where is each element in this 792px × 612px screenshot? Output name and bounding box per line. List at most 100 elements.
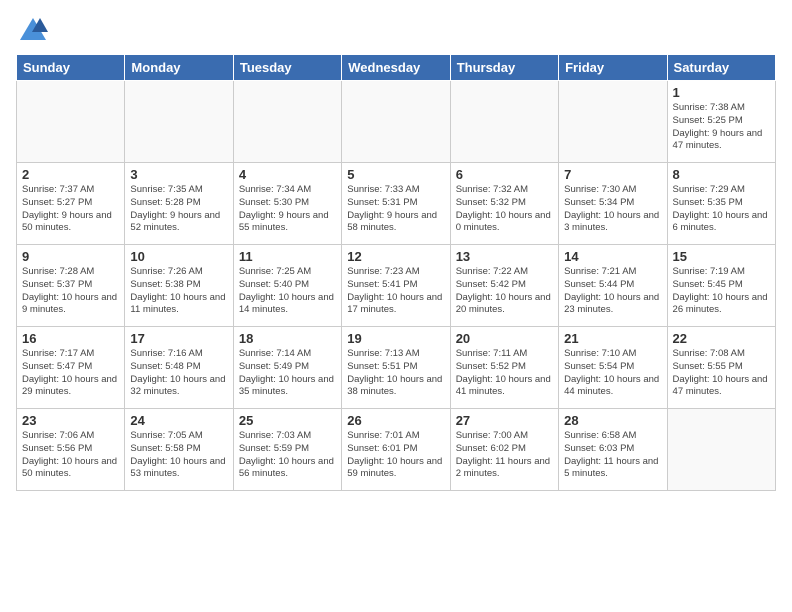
calendar-cell: 14 Sunrise: 7:21 AMSunset: 5:44 PMDayligh… bbox=[559, 245, 667, 327]
week-row-4: 23 Sunrise: 7:06 AMSunset: 5:56 PMDayligh… bbox=[17, 409, 776, 491]
calendar-cell: 18 Sunrise: 7:14 AMSunset: 5:49 PMDayligh… bbox=[233, 327, 341, 409]
calendar-cell: 26 Sunrise: 7:01 AMSunset: 6:01 PMDayligh… bbox=[342, 409, 450, 491]
calendar-cell: 9 Sunrise: 7:28 AMSunset: 5:37 PMDaylight… bbox=[17, 245, 125, 327]
calendar-cell bbox=[667, 409, 775, 491]
col-header-tuesday: Tuesday bbox=[233, 55, 341, 81]
day-info: Sunrise: 7:21 AMSunset: 5:44 PMDaylight:… bbox=[564, 266, 661, 317]
day-info: Sunrise: 7:13 AMSunset: 5:51 PMDaylight:… bbox=[347, 348, 444, 399]
week-row-0: 1 Sunrise: 7:38 AMSunset: 5:25 PMDaylight… bbox=[17, 81, 776, 163]
day-number: 11 bbox=[239, 249, 336, 264]
day-info: Sunrise: 7:19 AMSunset: 5:45 PMDaylight:… bbox=[673, 266, 770, 317]
logo-icon bbox=[18, 16, 48, 46]
col-header-saturday: Saturday bbox=[667, 55, 775, 81]
day-number: 2 bbox=[22, 167, 119, 182]
day-info: Sunrise: 7:30 AMSunset: 5:34 PMDaylight:… bbox=[564, 184, 661, 235]
calendar-cell: 10 Sunrise: 7:26 AMSunset: 5:38 PMDayligh… bbox=[125, 245, 233, 327]
day-number: 10 bbox=[130, 249, 227, 264]
calendar-cell: 16 Sunrise: 7:17 AMSunset: 5:47 PMDayligh… bbox=[17, 327, 125, 409]
day-info: Sunrise: 7:35 AMSunset: 5:28 PMDaylight:… bbox=[130, 184, 227, 235]
day-number: 9 bbox=[22, 249, 119, 264]
day-number: 20 bbox=[456, 331, 553, 346]
day-info: Sunrise: 7:25 AMSunset: 5:40 PMDaylight:… bbox=[239, 266, 336, 317]
day-number: 14 bbox=[564, 249, 661, 264]
day-info: Sunrise: 7:33 AMSunset: 5:31 PMDaylight:… bbox=[347, 184, 444, 235]
calendar-cell: 28 Sunrise: 6:58 AMSunset: 6:03 PMDayligh… bbox=[559, 409, 667, 491]
day-number: 28 bbox=[564, 413, 661, 428]
day-number: 12 bbox=[347, 249, 444, 264]
day-info: Sunrise: 7:00 AMSunset: 6:02 PMDaylight:… bbox=[456, 430, 553, 481]
day-number: 5 bbox=[347, 167, 444, 182]
day-number: 18 bbox=[239, 331, 336, 346]
day-info: Sunrise: 7:03 AMSunset: 5:59 PMDaylight:… bbox=[239, 430, 336, 481]
day-number: 6 bbox=[456, 167, 553, 182]
col-header-sunday: Sunday bbox=[17, 55, 125, 81]
calendar-cell: 19 Sunrise: 7:13 AMSunset: 5:51 PMDayligh… bbox=[342, 327, 450, 409]
calendar-cell bbox=[125, 81, 233, 163]
day-info: Sunrise: 7:01 AMSunset: 6:01 PMDaylight:… bbox=[347, 430, 444, 481]
calendar-cell: 27 Sunrise: 7:00 AMSunset: 6:02 PMDayligh… bbox=[450, 409, 558, 491]
day-info: Sunrise: 7:11 AMSunset: 5:52 PMDaylight:… bbox=[456, 348, 553, 399]
day-info: Sunrise: 6:58 AMSunset: 6:03 PMDaylight:… bbox=[564, 430, 661, 481]
day-info: Sunrise: 7:16 AMSunset: 5:48 PMDaylight:… bbox=[130, 348, 227, 399]
week-row-2: 9 Sunrise: 7:28 AMSunset: 5:37 PMDaylight… bbox=[17, 245, 776, 327]
day-number: 21 bbox=[564, 331, 661, 346]
calendar-cell: 12 Sunrise: 7:23 AMSunset: 5:41 PMDayligh… bbox=[342, 245, 450, 327]
calendar-cell: 8Sunrise: 7:29 AMSunset: 5:35 PMDaylight… bbox=[667, 163, 775, 245]
day-number: 1 bbox=[673, 85, 770, 100]
day-number: 19 bbox=[347, 331, 444, 346]
day-number: 22 bbox=[673, 331, 770, 346]
calendar-cell bbox=[17, 81, 125, 163]
calendar-cell: 3Sunrise: 7:35 AMSunset: 5:28 PMDaylight… bbox=[125, 163, 233, 245]
calendar-cell: 25 Sunrise: 7:03 AMSunset: 5:59 PMDayligh… bbox=[233, 409, 341, 491]
week-row-3: 16 Sunrise: 7:17 AMSunset: 5:47 PMDayligh… bbox=[17, 327, 776, 409]
header bbox=[16, 16, 776, 46]
day-info: Sunrise: 7:26 AMSunset: 5:38 PMDaylight:… bbox=[130, 266, 227, 317]
day-info: Sunrise: 7:37 AMSunset: 5:27 PMDaylight:… bbox=[22, 184, 119, 235]
calendar-cell: 4 Sunrise: 7:34 AMSunset: 5:30 PMDaylight… bbox=[233, 163, 341, 245]
day-info: Sunrise: 7:06 AMSunset: 5:56 PMDaylight:… bbox=[22, 430, 119, 481]
calendar-cell bbox=[342, 81, 450, 163]
calendar-cell bbox=[233, 81, 341, 163]
day-info: Sunrise: 7:38 AMSunset: 5:25 PMDaylight:… bbox=[673, 102, 770, 153]
day-number: 27 bbox=[456, 413, 553, 428]
calendar-cell: 23 Sunrise: 7:06 AMSunset: 5:56 PMDayligh… bbox=[17, 409, 125, 491]
day-number: 23 bbox=[22, 413, 119, 428]
calendar-cell: 17 Sunrise: 7:16 AMSunset: 5:48 PMDayligh… bbox=[125, 327, 233, 409]
calendar-cell: 1 Sunrise: 7:38 AMSunset: 5:25 PMDaylight… bbox=[667, 81, 775, 163]
day-number: 24 bbox=[130, 413, 227, 428]
day-info: Sunrise: 7:23 AMSunset: 5:41 PMDaylight:… bbox=[347, 266, 444, 317]
day-info: Sunrise: 7:22 AMSunset: 5:42 PMDaylight:… bbox=[456, 266, 553, 317]
calendar-cell bbox=[450, 81, 558, 163]
day-info: Sunrise: 7:14 AMSunset: 5:49 PMDaylight:… bbox=[239, 348, 336, 399]
calendar-cell: 6 Sunrise: 7:32 AMSunset: 5:32 PMDaylight… bbox=[450, 163, 558, 245]
calendar-cell: 5 Sunrise: 7:33 AMSunset: 5:31 PMDaylight… bbox=[342, 163, 450, 245]
day-info: Sunrise: 7:17 AMSunset: 5:47 PMDaylight:… bbox=[22, 348, 119, 399]
col-header-monday: Monday bbox=[125, 55, 233, 81]
day-number: 4 bbox=[239, 167, 336, 182]
calendar-cell: 21 Sunrise: 7:10 AMSunset: 5:54 PMDayligh… bbox=[559, 327, 667, 409]
col-header-wednesday: Wednesday bbox=[342, 55, 450, 81]
calendar-cell: 22 Sunrise: 7:08 AMSunset: 5:55 PMDayligh… bbox=[667, 327, 775, 409]
day-number: 26 bbox=[347, 413, 444, 428]
calendar-cell: 20 Sunrise: 7:11 AMSunset: 5:52 PMDayligh… bbox=[450, 327, 558, 409]
calendar-cell: 2 Sunrise: 7:37 AMSunset: 5:27 PMDaylight… bbox=[17, 163, 125, 245]
calendar-cell: 13Sunrise: 7:22 AMSunset: 5:42 PMDayligh… bbox=[450, 245, 558, 327]
day-info: Sunrise: 7:28 AMSunset: 5:37 PMDaylight:… bbox=[22, 266, 119, 317]
day-number: 25 bbox=[239, 413, 336, 428]
week-row-1: 2 Sunrise: 7:37 AMSunset: 5:27 PMDaylight… bbox=[17, 163, 776, 245]
day-info: Sunrise: 7:08 AMSunset: 5:55 PMDaylight:… bbox=[673, 348, 770, 399]
col-header-friday: Friday bbox=[559, 55, 667, 81]
day-info: Sunrise: 7:10 AMSunset: 5:54 PMDaylight:… bbox=[564, 348, 661, 399]
day-info: Sunrise: 7:05 AMSunset: 5:58 PMDaylight:… bbox=[130, 430, 227, 481]
calendar-cell: 24 Sunrise: 7:05 AMSunset: 5:58 PMDayligh… bbox=[125, 409, 233, 491]
calendar-cell: 7Sunrise: 7:30 AMSunset: 5:34 PMDaylight… bbox=[559, 163, 667, 245]
day-info: Sunrise: 7:29 AMSunset: 5:35 PMDaylight:… bbox=[673, 184, 770, 235]
day-info: Sunrise: 7:34 AMSunset: 5:30 PMDaylight:… bbox=[239, 184, 336, 235]
calendar-cell: 15 Sunrise: 7:19 AMSunset: 5:45 PMDayligh… bbox=[667, 245, 775, 327]
calendar-cell: 11 Sunrise: 7:25 AMSunset: 5:40 PMDayligh… bbox=[233, 245, 341, 327]
day-info: Sunrise: 7:32 AMSunset: 5:32 PMDaylight:… bbox=[456, 184, 553, 235]
day-number: 16 bbox=[22, 331, 119, 346]
calendar-header-row: SundayMondayTuesdayWednesdayThursdayFrid… bbox=[17, 55, 776, 81]
day-number: 15 bbox=[673, 249, 770, 264]
day-number: 17 bbox=[130, 331, 227, 346]
